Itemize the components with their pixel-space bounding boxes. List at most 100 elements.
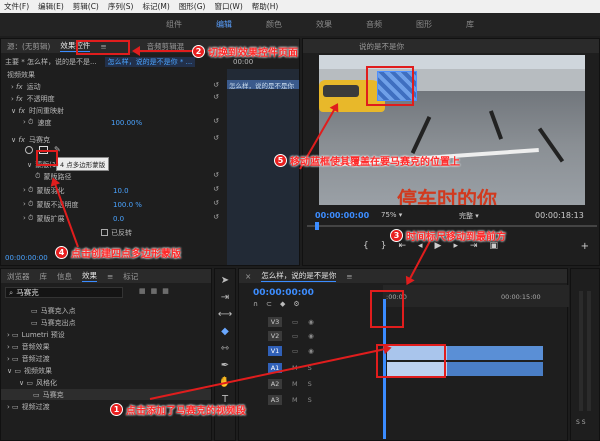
workspace-tabs: 组件 编辑 颜色 效果 音频 图形 库 xyxy=(0,13,600,36)
list-item[interactable]: ▭ 马赛克入点 xyxy=(31,305,76,316)
mask-opacity-row[interactable]: › ⏱ 蒙版不透明度 100.0 % xyxy=(23,199,142,210)
program-clip-name: 说的是不是你 xyxy=(359,41,404,51)
track-header-a3[interactable]: A3 M S xyxy=(268,393,373,407)
ec-clip-bar: 怎么样，说的是不是你 xyxy=(227,80,299,90)
selection-tool-icon[interactable]: ➤ xyxy=(221,275,229,286)
ws-tab-graphics[interactable]: 图形 xyxy=(416,19,432,30)
menu-bar: 文件(F) 编辑(E) 剪辑(C) 序列(S) 标记(M) 图形(G) 窗口(W… xyxy=(0,0,600,13)
search-icon: ⌕ xyxy=(9,287,14,297)
marker-icon[interactable]: ◆ xyxy=(280,300,285,308)
timeline-timecode[interactable]: 00:00:00:00 xyxy=(253,288,314,298)
reset-icon[interactable]: ↺ xyxy=(213,134,219,142)
reset-icon[interactable]: ↺ xyxy=(213,199,219,207)
clip-path: 主要 * 怎么样，说的是不是... 怎么样，说的是不是你 * ... xyxy=(5,56,196,67)
tab-markers[interactable]: 标记 xyxy=(123,271,138,282)
source-tab[interactable]: 源：(无剪辑) xyxy=(7,41,50,52)
tab-libraries[interactable]: 库 xyxy=(40,271,48,282)
list-item[interactable]: ▭ 马赛克出点 xyxy=(31,317,76,328)
search-input[interactable]: ⌕ 马赛克 xyxy=(5,287,123,298)
mark-in-icon[interactable]: { xyxy=(363,241,369,251)
32bit-effects-icon[interactable]: ▦ xyxy=(151,287,158,295)
ec-timecode: 00:00:00:00 xyxy=(5,253,48,262)
ws-tab-assembly[interactable]: 组件 xyxy=(166,19,182,30)
ws-tab-color[interactable]: 颜色 xyxy=(266,19,282,30)
tab-effects[interactable]: 效果 xyxy=(82,270,97,282)
pen-tool-icon[interactable]: ✒ xyxy=(221,360,229,371)
list-item[interactable]: › ▭ 视频过渡 xyxy=(7,401,50,412)
program-header: 说的是不是你 xyxy=(303,39,599,53)
invert-checkbox[interactable]: 已反转 xyxy=(101,227,132,238)
arrow-2 xyxy=(134,50,196,52)
slip-tool-icon[interactable]: ⇿ xyxy=(221,343,229,354)
time-ruler[interactable]: :00:00 00:00:15:00 xyxy=(383,285,569,307)
menu-clip[interactable]: 剪辑(C) xyxy=(73,1,99,12)
reset-icon[interactable]: ↺ xyxy=(213,171,219,179)
menu-window[interactable]: 窗口(W) xyxy=(214,1,242,12)
ripple-edit-icon[interactable]: ⟷ xyxy=(218,309,232,320)
ws-tab-editing[interactable]: 编辑 xyxy=(216,19,232,30)
reset-icon[interactable]: ↺ xyxy=(213,185,219,193)
ws-tab-effects[interactable]: 效果 xyxy=(316,19,332,30)
mask-expansion-row[interactable]: › ⏱ 蒙版扩展 0.0 xyxy=(23,213,124,224)
track-header-a2[interactable]: A2 M S xyxy=(268,377,373,391)
close-icon[interactable]: × xyxy=(245,272,251,281)
ws-tab-audio[interactable]: 音频 xyxy=(366,19,382,30)
highlight-mask-box xyxy=(366,66,414,106)
wrench-icon[interactable]: ⚙ xyxy=(293,300,299,308)
callout-1: 1 点击添加了马赛克的视频段 xyxy=(110,402,246,417)
callout-3: 3 时间标尺移动到最前方 xyxy=(390,228,506,243)
menu-sequence[interactable]: 序列(S) xyxy=(108,1,134,12)
highlight-effect-controls xyxy=(76,40,130,55)
linked-icon[interactable]: ⊂ xyxy=(266,300,272,308)
menu-help[interactable]: 帮助(H) xyxy=(252,1,279,12)
quality-select[interactable]: 完整 ▾ xyxy=(459,211,479,221)
program-timecode[interactable]: 00:00:00:00 xyxy=(315,211,369,220)
yuv-effects-icon[interactable]: ▦ xyxy=(162,287,169,295)
callout-2: 2 切换到效果控件页面 xyxy=(192,44,298,59)
panel-menu-icon[interactable]: ≡ xyxy=(107,272,113,281)
menu-marker[interactable]: 标记(M) xyxy=(142,1,169,12)
video-frame[interactable]: 停车时的你 xyxy=(319,55,585,205)
highlight-mask-tool xyxy=(36,150,58,166)
tab-info[interactable]: 信息 xyxy=(57,271,72,282)
list-item[interactable]: ∨ ▭ 视频效果 xyxy=(7,365,52,376)
list-item[interactable]: › ▭ Lumetri 预设 xyxy=(7,329,65,340)
list-item[interactable]: › ▭ 音频效果 xyxy=(7,341,50,352)
menu-graphics[interactable]: 图形(G) xyxy=(179,1,206,12)
reset-icon[interactable]: ↺ xyxy=(213,213,219,221)
snap-icon[interactable]: ∩ xyxy=(253,300,258,308)
add-button-icon[interactable]: + xyxy=(581,241,589,252)
mark-out-icon[interactable]: } xyxy=(381,241,387,251)
playhead-icon[interactable] xyxy=(315,222,319,230)
highlight-ruler xyxy=(370,290,404,328)
program-scrubber[interactable] xyxy=(307,225,597,227)
menu-file[interactable]: 文件(F) xyxy=(4,1,29,12)
audio-meters: S S xyxy=(570,268,600,441)
panel-menu-icon[interactable]: ≡ xyxy=(346,272,352,281)
zoom-select[interactable]: 75% ▾ xyxy=(381,211,402,219)
track-select-icon[interactable]: ⇥ xyxy=(221,292,229,303)
browser-tabs: 浏览器 库 信息 效果 ≡ 标记 xyxy=(1,269,211,283)
ws-tab-libraries[interactable]: 库 xyxy=(466,19,474,30)
video-caption: 停车时的你 xyxy=(397,187,497,205)
program-duration: 00:00:18:13 xyxy=(535,211,584,220)
tab-browser[interactable]: 浏览器 xyxy=(7,271,30,282)
track-header-v2[interactable]: V2 ▭ ◉ xyxy=(268,329,373,343)
list-item[interactable]: ∨ ▭ 风格化 xyxy=(19,377,57,388)
accelerated-effects-icon[interactable]: ▦ xyxy=(139,287,146,295)
reset-icon[interactable]: ↺ xyxy=(213,93,219,101)
reset-icon[interactable]: ↺ xyxy=(213,81,219,89)
timeline-tools: ∩ ⊂ ◆ ⚙ xyxy=(253,300,300,308)
ellipse-mask-icon[interactable] xyxy=(25,145,33,154)
callout-4: 4 点击创建四点多边形蒙版 xyxy=(55,245,181,260)
video-effects-header: 视频效果 xyxy=(7,70,35,79)
menu-edit[interactable]: 编辑(E) xyxy=(38,1,64,12)
track-header-v3[interactable]: V3 ▭ ◉ xyxy=(268,315,373,329)
sequence-tab[interactable]: 怎么样，说的是不是你 xyxy=(261,270,337,282)
effect-filter-icons: ▦ ▦ ▦ xyxy=(139,287,169,295)
list-item[interactable]: › ▭ 音频过渡 xyxy=(7,353,50,364)
callout-5: 5 移动蓝框使其覆盖在要马赛克的位置上 xyxy=(274,153,460,168)
reset-icon[interactable]: ↺ xyxy=(213,117,219,125)
tooltip: 4 点多边形蒙版 xyxy=(56,157,110,171)
razor-tool-icon[interactable]: ◆ xyxy=(221,326,229,337)
